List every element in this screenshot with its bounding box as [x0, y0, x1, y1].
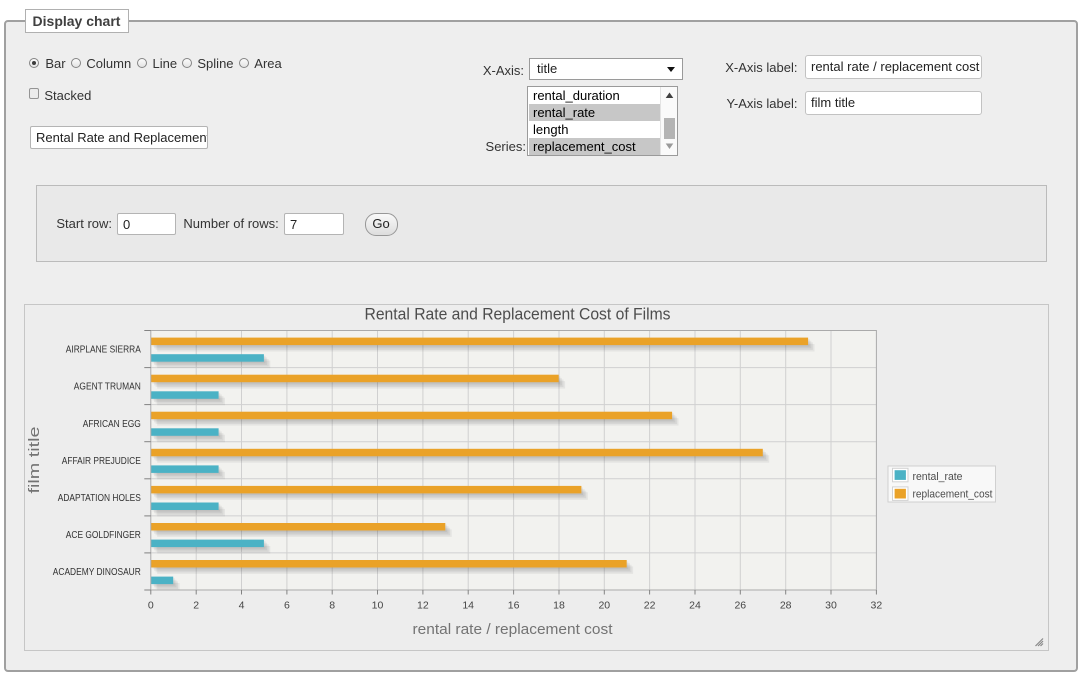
svg-text:rental_rate: rental_rate: [913, 471, 963, 483]
svg-text:26: 26: [734, 600, 746, 612]
svg-text:20: 20: [598, 600, 610, 612]
svg-text:replacement_cost: replacement_cost: [913, 489, 993, 501]
svg-text:AFRICAN EGG: AFRICAN EGG: [83, 419, 141, 430]
svg-text:film title: film title: [26, 427, 43, 494]
svg-text:4: 4: [239, 600, 245, 612]
svg-text:10: 10: [372, 600, 384, 612]
svg-text:18: 18: [553, 600, 565, 612]
svg-text:AFFAIR PREJUDICE: AFFAIR PREJUDICE: [62, 456, 141, 467]
svg-text:rental rate / replacement cost: rental rate / replacement cost: [413, 621, 614, 638]
svg-text:ADAPTATION HOLES: ADAPTATION HOLES: [58, 493, 141, 504]
svg-text:ACE GOLDFINGER: ACE GOLDFINGER: [66, 530, 141, 541]
svg-text:16: 16: [508, 600, 520, 612]
svg-text:AGENT TRUMAN: AGENT TRUMAN: [74, 382, 141, 393]
svg-text:ACADEMY DINOSAUR: ACADEMY DINOSAUR: [53, 567, 141, 578]
svg-text:14: 14: [462, 600, 474, 612]
svg-text:30: 30: [825, 600, 837, 612]
svg-text:32: 32: [871, 600, 883, 612]
svg-text:12: 12: [417, 600, 429, 612]
svg-text:2: 2: [193, 600, 199, 612]
svg-text:8: 8: [329, 600, 335, 612]
svg-text:Rental Rate and Replacement Co: Rental Rate and Replacement Cost of Film…: [365, 306, 671, 324]
svg-text:24: 24: [689, 600, 701, 612]
svg-text:6: 6: [284, 600, 290, 612]
svg-text:28: 28: [780, 600, 792, 612]
svg-text:AIRPLANE SIERRA: AIRPLANE SIERRA: [66, 345, 141, 356]
svg-text:0: 0: [148, 600, 154, 612]
svg-text:22: 22: [644, 600, 656, 612]
